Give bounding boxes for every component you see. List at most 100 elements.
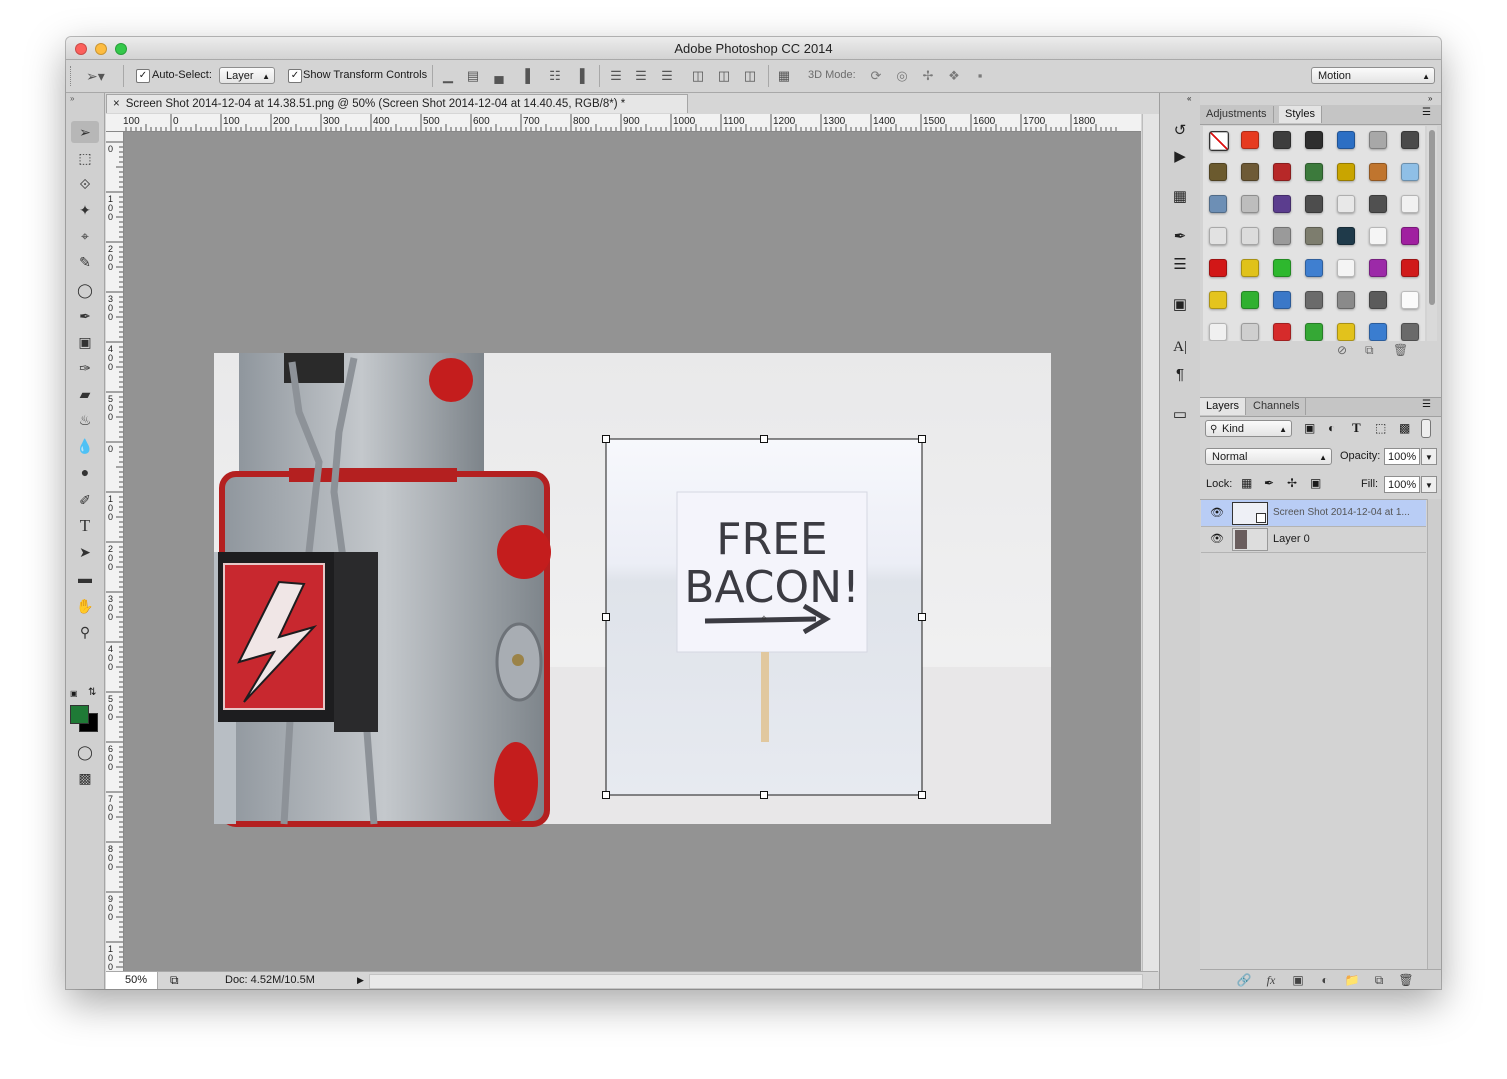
3d-roll-icon[interactable]: ◎ xyxy=(894,68,910,84)
opacity-field[interactable]: 100% xyxy=(1384,448,1420,465)
style-swatch[interactable] xyxy=(1273,163,1291,181)
fill-slider-button[interactable]: ▼ xyxy=(1421,476,1437,493)
eraser-tool-icon[interactable]: ▰ xyxy=(71,383,99,405)
layers-scrollbar[interactable] xyxy=(1427,499,1441,989)
clone-stamp-tool-icon[interactable]: ▣ xyxy=(71,331,99,353)
3d-slide-icon[interactable]: ❖ xyxy=(946,68,962,84)
history-brush-tool-icon[interactable]: ✑ xyxy=(71,357,99,379)
styles-scroll-thumb[interactable] xyxy=(1429,130,1435,305)
transform-handle[interactable] xyxy=(760,791,768,799)
lock-position-icon[interactable]: ✢ xyxy=(1287,476,1297,490)
layer-effects-icon[interactable]: fx xyxy=(1262,972,1280,988)
style-swatch[interactable] xyxy=(1337,195,1355,213)
style-swatch[interactable] xyxy=(1305,227,1323,245)
move-tool-preset-icon[interactable]: ➢▾ xyxy=(86,68,116,84)
pen-tool-icon[interactable]: ✐ xyxy=(71,489,99,511)
document-image[interactable]: FREE BACON! ⌖ xyxy=(124,132,1141,971)
foreground-color-swatch[interactable] xyxy=(70,705,89,724)
swap-colors-icon[interactable]: ⇅ xyxy=(88,687,98,698)
ruler-origin[interactable] xyxy=(106,114,124,132)
distribute-bottom-icon[interactable]: ☰ xyxy=(659,68,675,84)
type-tool-icon[interactable]: T xyxy=(71,515,99,537)
opacity-slider-button[interactable]: ▼ xyxy=(1421,448,1437,465)
layer-row[interactable]: 👁 Screen Shot 2014-12-04 at 1... xyxy=(1201,500,1426,527)
default-colors-icon[interactable]: ▣ xyxy=(70,689,80,699)
collapse-dock-icon[interactable]: » xyxy=(1428,94,1432,103)
share-icon[interactable]: ⧉ xyxy=(170,972,179,989)
transform-handle[interactable] xyxy=(918,435,926,443)
style-swatch[interactable] xyxy=(1337,259,1355,277)
brush-panel-icon[interactable]: ✒ xyxy=(1168,227,1192,247)
lock-pixels-icon[interactable]: ✒ xyxy=(1264,476,1274,490)
style-swatch[interactable] xyxy=(1401,259,1419,277)
filter-smart-object-icon[interactable]: ▩ xyxy=(1399,421,1410,435)
style-swatch[interactable] xyxy=(1401,131,1419,149)
new-style-icon[interactable]: ⧉ xyxy=(1365,343,1374,358)
align-top-icon[interactable]: ▁ xyxy=(440,68,456,84)
minimize-window-button[interactable] xyxy=(95,43,107,55)
style-swatch[interactable] xyxy=(1209,163,1227,181)
tab-layers[interactable]: Layers xyxy=(1200,398,1247,415)
brush-tool-icon[interactable]: ✒ xyxy=(71,305,99,327)
align-horizontal-center-icon[interactable]: ☷ xyxy=(547,68,563,84)
document-tab[interactable]: × Screen Shot 2014-12-04 at 14.38.51.png … xyxy=(106,94,688,113)
transform-handle[interactable] xyxy=(918,791,926,799)
filter-toggle[interactable] xyxy=(1421,419,1431,438)
auto-select-dropdown[interactable]: Layer ▲ xyxy=(219,67,275,84)
visibility-eye-icon[interactable]: 👁 xyxy=(1210,532,1224,545)
auto-select-checkbox[interactable]: ✓ xyxy=(136,69,150,83)
style-swatch[interactable] xyxy=(1209,259,1227,277)
style-swatch[interactable] xyxy=(1273,259,1291,277)
align-vertical-center-icon[interactable]: ▤ xyxy=(465,68,481,84)
close-document-icon[interactable]: × xyxy=(113,98,120,110)
styles-panel-menu-icon[interactable]: ☰ xyxy=(1422,107,1431,118)
style-swatch[interactable] xyxy=(1369,259,1387,277)
style-swatch[interactable] xyxy=(1401,163,1419,181)
style-swatch[interactable] xyxy=(1305,163,1323,181)
transform-handle[interactable] xyxy=(602,613,610,621)
auto-align-layers-icon[interactable]: ▦ xyxy=(776,68,792,84)
canvas-vertical-scrollbar[interactable] xyxy=(1142,114,1159,971)
style-swatch[interactable] xyxy=(1369,195,1387,213)
horizontal-ruler[interactable]: 100 0 100 200 300 400 500 600 700 800 900 1000 1100 1… xyxy=(123,114,1141,132)
dodge-tool-icon[interactable]: ● xyxy=(71,461,99,483)
style-swatch[interactable] xyxy=(1369,163,1387,181)
history-panel-icon[interactable]: ↺ xyxy=(1168,121,1192,141)
crop-tool-icon[interactable]: ⌖ xyxy=(71,225,99,247)
style-swatch[interactable] xyxy=(1273,131,1291,149)
style-swatch[interactable] xyxy=(1305,259,1323,277)
status-menu-arrow-icon[interactable]: ▶ xyxy=(357,972,364,989)
layers-panel-menu-icon[interactable]: ☰ xyxy=(1422,399,1431,410)
style-swatch[interactable] xyxy=(1241,291,1259,309)
style-swatch[interactable] xyxy=(1241,259,1259,277)
add-mask-icon[interactable]: ▣ xyxy=(1289,972,1307,988)
delete-layer-icon[interactable]: 🗑 xyxy=(1397,972,1415,988)
3d-orbit-icon[interactable]: ⟳ xyxy=(868,68,884,84)
link-layers-icon[interactable]: 🔗 xyxy=(1235,972,1253,988)
eyedropper-tool-icon[interactable]: ✎ xyxy=(71,251,99,273)
filter-adjustment-icon[interactable]: ◐ xyxy=(1328,421,1335,435)
style-swatch[interactable] xyxy=(1401,323,1419,341)
paragraph-panel-icon[interactable]: ¶ xyxy=(1168,365,1192,385)
zoom-window-button[interactable] xyxy=(115,43,127,55)
style-swatch[interactable] xyxy=(1337,323,1355,341)
show-transform-checkbox[interactable]: ✓ xyxy=(288,69,302,83)
style-swatch[interactable] xyxy=(1209,195,1227,213)
style-swatch[interactable] xyxy=(1369,227,1387,245)
transform-handle[interactable] xyxy=(918,613,926,621)
filter-type-icon[interactable]: T xyxy=(1352,420,1361,436)
style-swatch[interactable] xyxy=(1305,131,1323,149)
distribute-top-icon[interactable]: ☰ xyxy=(608,68,624,84)
zoom-level-field[interactable]: 50% xyxy=(106,972,158,989)
style-swatch[interactable] xyxy=(1305,323,1323,341)
style-swatch[interactable] xyxy=(1369,323,1387,341)
distribute-right-icon[interactable]: ◫ xyxy=(742,68,758,84)
marquee-tool-icon[interactable]: ⬚ xyxy=(71,147,99,169)
quick-mask-icon[interactable]: ◯ xyxy=(71,741,99,763)
distribute-left-icon[interactable]: ◫ xyxy=(690,68,706,84)
style-swatch[interactable] xyxy=(1209,227,1227,245)
distribute-vertical-center-icon[interactable]: ☰ xyxy=(633,68,649,84)
blur-tool-icon[interactable]: 💧 xyxy=(71,435,99,457)
style-swatch[interactable] xyxy=(1241,227,1259,245)
adjustment-layer-icon[interactable]: ◐ xyxy=(1316,972,1334,988)
